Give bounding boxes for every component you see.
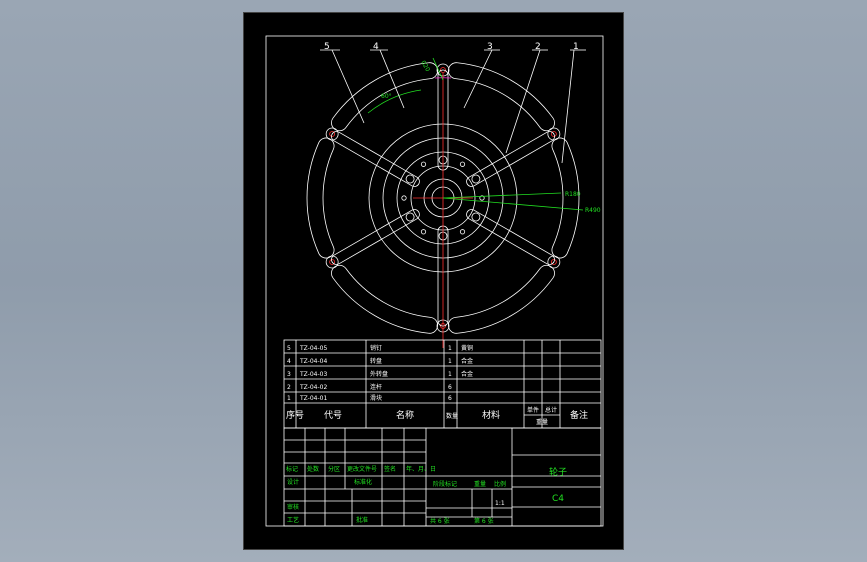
drawing-frame: [265, 35, 604, 527]
rev-count: 处数: [307, 465, 319, 473]
header-material: 材料: [482, 409, 500, 421]
wheel-drawing: 60° 020 R180 R490: [306, 57, 601, 348]
row-1-material: 黄铜: [461, 344, 473, 352]
hub-bolt-hole: [459, 229, 466, 235]
spoke-link: [331, 131, 420, 187]
radius-dimension-text-1: R180: [565, 191, 581, 198]
rev-date: 年、月、日: [406, 465, 436, 473]
callout-4: 4: [373, 42, 379, 52]
radius-dimension-text-2: R490: [585, 207, 601, 214]
spoke: [466, 209, 555, 265]
row-2-no: 4: [287, 358, 291, 365]
design-label: 设计: [287, 478, 299, 486]
row-4-code: TZ-04-02: [299, 384, 327, 391]
arc-segment: [448, 264, 555, 334]
spoke-link: [331, 209, 420, 265]
sheet-total: 共 6 张: [430, 517, 450, 525]
header-weight: 重量: [536, 418, 548, 426]
review-label: 审核: [287, 503, 299, 511]
header-no: 序号: [286, 409, 304, 421]
callout-5: 5: [324, 42, 330, 52]
title-block: 标记 处数 分区 更改文件号 签名 年、月、日 设计 标准化 审核 工艺 批准 …: [283, 427, 602, 527]
row-3-no: 3: [287, 371, 291, 378]
arc-segment: [331, 264, 438, 334]
weight-label: 重量: [474, 480, 486, 488]
row-1-no: 5: [287, 345, 291, 352]
radius-dimension-2: [442, 197, 584, 211]
row-1-code: TZ-04-05: [299, 345, 327, 352]
rev-sign: 签名: [384, 465, 396, 473]
hub-bolt-hole: [459, 161, 466, 167]
angle-dimension-text: 60°: [381, 93, 392, 100]
top-dimension-text: 020: [419, 60, 431, 74]
arc-segment: [306, 137, 335, 259]
scale-value: 1:1: [495, 500, 505, 507]
row-3-qty: 1: [448, 371, 452, 378]
row-5-name: 滑块: [370, 394, 382, 402]
row-2-material: 合金: [461, 357, 473, 365]
hub-bolt-hole: [420, 161, 427, 167]
header-single: 单件: [527, 406, 539, 414]
header-qty: 数量: [446, 412, 458, 420]
part-callouts: 5 4 3 2 1: [320, 42, 586, 164]
header-name: 名称: [396, 409, 414, 421]
scale-label: 比例: [494, 480, 506, 488]
hub-bolt-hole: [401, 195, 407, 201]
row-3-name: 外转盘: [370, 370, 388, 378]
row-5-qty: 6: [448, 395, 452, 402]
callout-2: 2: [535, 42, 541, 52]
spoke-link: [466, 209, 555, 265]
row-5-code: TZ-04-01: [299, 395, 327, 402]
row-5-no: 1: [287, 395, 291, 402]
process-label: 工艺: [287, 516, 299, 524]
callout-1: 1: [573, 42, 579, 52]
angle-dimension-arc: [367, 89, 422, 114]
row-4-qty: 6: [448, 384, 452, 391]
stage-mark-label: 阶段标记: [433, 480, 457, 488]
row-2-name: 转盘: [370, 357, 382, 365]
row-4-name: 连杆: [370, 383, 382, 391]
arc-segment: [551, 137, 580, 259]
header-total: 总计: [545, 406, 557, 414]
cad-drawing: 60° 020 R180 R490 5 4 3 2 1 5 TZ-04-05 销…: [265, 35, 604, 527]
radius-dimension-1: [442, 192, 562, 199]
spoke: [331, 209, 420, 265]
sheet-number: 第 6 张: [474, 517, 494, 525]
spoke: [331, 131, 420, 187]
arc-segment: [448, 62, 555, 132]
parts-list: 5 TZ-04-05 销钉 1 黄铜 4 TZ-04-04 转盘 1 合金 3 …: [283, 339, 602, 429]
hub-bolt-hole: [420, 229, 427, 235]
rev-zone: 分区: [328, 465, 340, 473]
row-2-qty: 1: [448, 358, 452, 365]
drawing-sheet: 60° 020 R180 R490 5 4 3 2 1 5 TZ-04-05 销…: [244, 13, 623, 549]
header-remark: 备注: [570, 409, 588, 421]
row-2-code: TZ-04-04: [299, 358, 327, 365]
rev-mark: 标记: [286, 465, 298, 473]
row-4-no: 2: [287, 384, 291, 391]
part-code: C4: [552, 494, 564, 504]
row-3-code: TZ-04-03: [299, 371, 327, 378]
rev-doc: 更改文件号: [347, 465, 377, 473]
standard-label: 标准化: [354, 478, 372, 486]
row-1-qty: 1: [448, 345, 452, 352]
approve-label: 批准: [356, 516, 368, 524]
header-code: 代号: [324, 410, 342, 421]
row-3-material: 合金: [461, 370, 473, 378]
part-name: 轮子: [549, 466, 567, 478]
row-1-name: 销钉: [370, 344, 382, 352]
callout-3: 3: [487, 42, 493, 52]
